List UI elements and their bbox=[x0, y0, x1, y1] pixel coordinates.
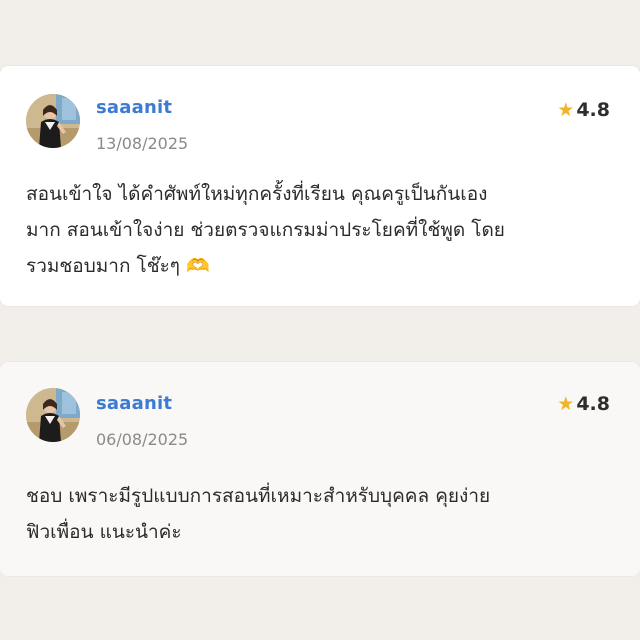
star-icon: ★ bbox=[557, 98, 575, 121]
rating: ★ 4.8 bbox=[557, 99, 610, 121]
reviewer-avatar[interactable] bbox=[26, 388, 80, 442]
review-text: ชอบ เพราะมีรูปแบบการสอนที่เหมาะสำหรับบุค… bbox=[26, 485, 491, 543]
review-card: saaanit 13/08/2025 ★ 4.8 สอนเข้าใจ ได้คำ… bbox=[0, 66, 640, 306]
rating-value: 4.8 bbox=[576, 393, 610, 415]
avatar-photo-icon bbox=[26, 94, 80, 148]
rating: ★ 4.8 bbox=[557, 393, 610, 415]
reviewer-avatar[interactable] bbox=[26, 94, 80, 148]
review-date: 06/08/2025 bbox=[96, 430, 189, 449]
star-icon: ★ bbox=[557, 392, 575, 415]
reviewer-name[interactable]: saaanit bbox=[96, 97, 172, 118]
avatar-photo-icon bbox=[26, 388, 80, 442]
review-date: 13/08/2025 bbox=[96, 134, 189, 153]
rating-value: 4.8 bbox=[576, 99, 610, 121]
reviewer-name[interactable]: saaanit bbox=[96, 393, 172, 414]
review-card: saaanit 06/08/2025 ★ 4.8 ชอบ เพราะมีรูปแ… bbox=[0, 362, 640, 576]
review-text: สอนเข้าใจ ได้คำศัพท์ใหม่ทุกครั้งที่เรียน… bbox=[26, 183, 505, 277]
